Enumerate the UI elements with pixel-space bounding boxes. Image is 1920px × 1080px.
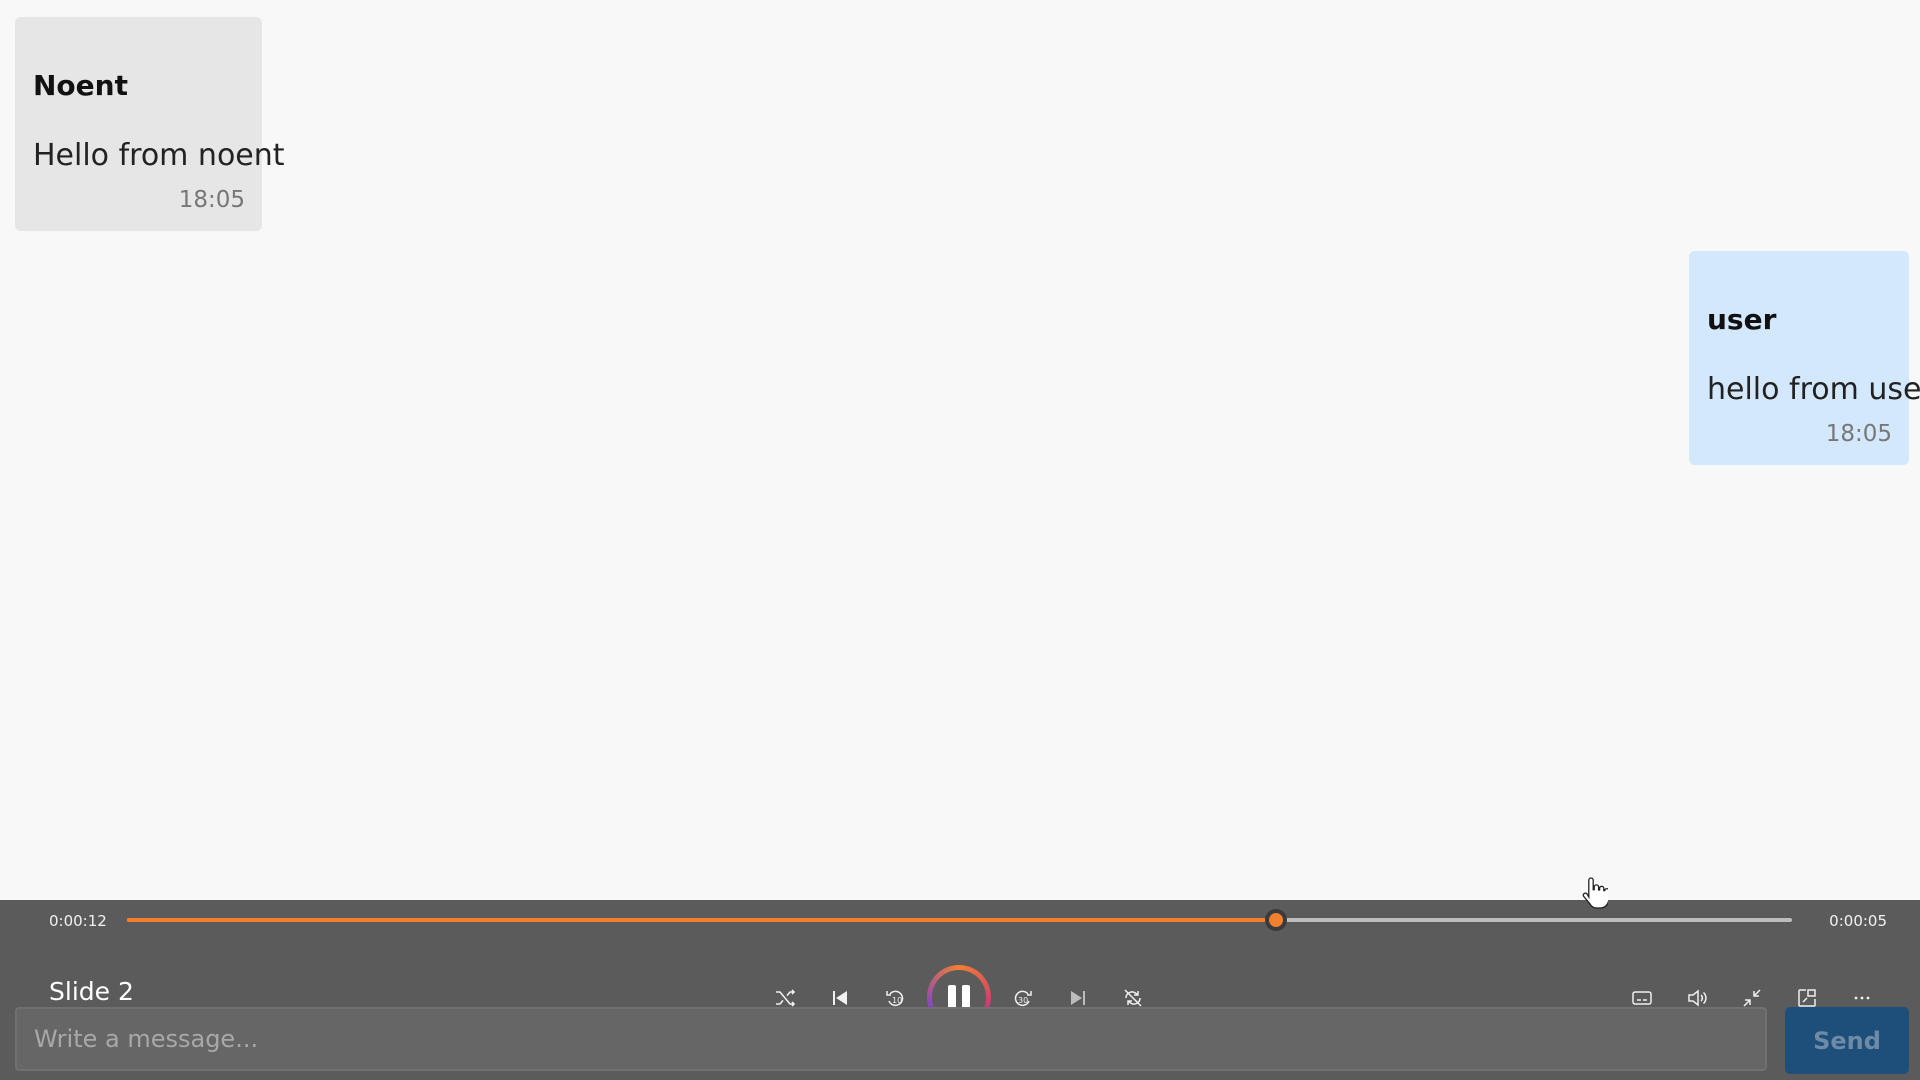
message-sender: Noent [33, 69, 128, 102]
seek-progress [127, 918, 1276, 922]
message-input[interactable] [15, 1007, 1767, 1071]
message-sender: user [1707, 303, 1777, 336]
message-text: Hello from noent [33, 138, 285, 173]
seek-bar[interactable] [127, 909, 1792, 931]
message-bubble-outgoing: user hello from user 18:05 [1689, 251, 1920, 465]
remaining-time: 0:00:05 [1829, 912, 1887, 930]
elapsed-time: 0:00:12 [49, 912, 107, 930]
message-time: 18:05 [1825, 421, 1892, 447]
seek-thumb[interactable] [1264, 909, 1287, 931]
chat-area: Noent Hello from noent 18:05 user hello … [0, 0, 1920, 900]
message-text: hello from user [1707, 372, 1920, 407]
svg-text:30: 30 [1018, 996, 1028, 1005]
message-time: 18:05 [178, 187, 245, 213]
media-title: Slide 2 [49, 977, 134, 1006]
send-button[interactable]: Send [1785, 1007, 1909, 1074]
svg-text:10: 10 [892, 996, 902, 1005]
message-bubble-incoming: Noent Hello from noent 18:05 [15, 17, 285, 231]
hand-cursor-icon [1582, 877, 1608, 909]
